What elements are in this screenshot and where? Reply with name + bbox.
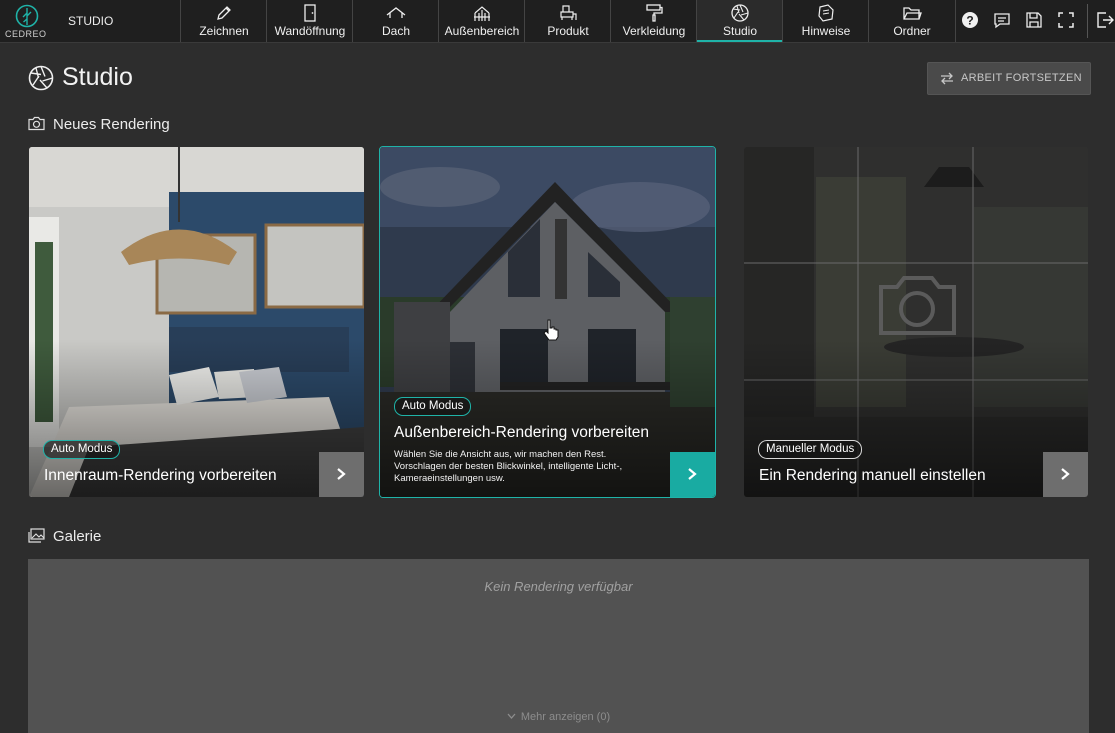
open-card-button[interactable] [1043, 452, 1088, 497]
roof-icon [386, 7, 406, 18]
chevron-down-icon [507, 713, 516, 719]
hand-cursor-icon [543, 319, 559, 341]
chevron-right-icon [688, 468, 697, 480]
folder-icon [903, 7, 922, 20]
gallery-panel: Kein Rendering verfügbar Mehr anzeigen (… [28, 559, 1089, 733]
open-card-button[interactable] [319, 452, 364, 497]
nav-label: Verkleidung [622, 24, 686, 38]
nav-label: Dach [381, 24, 410, 38]
top-toolbar: CEDREO STUDIO Zeichnen Wandöffnung Dach … [0, 0, 1115, 43]
section-title-gallery: Galerie [53, 528, 102, 545]
nav-label: Produkt [547, 24, 589, 38]
nav-wandoeffnung[interactable]: Wandöffnung [266, 0, 353, 42]
card-title: Ein Rendering manuell einstellen [759, 467, 986, 484]
nav-hinweise[interactable]: Hinweise [782, 0, 869, 42]
nav-label: Ordner [893, 24, 931, 38]
continue-work-label: ARBEIT FORTSETZEN [961, 72, 1082, 84]
show-more-label: Mehr anzeigen (0) [520, 711, 611, 723]
nav-studio[interactable]: Studio [696, 0, 783, 42]
app-name: STUDIO [68, 14, 114, 28]
gallery-icon [28, 528, 45, 543]
paint-roller-icon [646, 4, 663, 22]
aperture-icon [731, 4, 749, 22]
continue-work-button[interactable]: ARBEIT FORTSETZEN [927, 62, 1091, 95]
svg-text:?: ? [966, 14, 973, 28]
chevron-right-icon [337, 468, 346, 480]
card-manual-rendering[interactable]: Manueller Modus Ein Rendering manuell ei… [744, 147, 1088, 497]
nav-label: Außenbereich [444, 24, 520, 38]
save-icon[interactable] [1024, 10, 1044, 30]
brand-logo[interactable]: CEDREO [0, 0, 54, 42]
brand-name: CEDREO [5, 29, 47, 39]
exit-icon[interactable] [1095, 10, 1115, 30]
comment-icon[interactable] [992, 10, 1012, 30]
gallery-empty-message: Kein Rendering verfügbar [484, 579, 633, 594]
card-interior-rendering[interactable]: Auto Modus Innenraum-Rendering vorbereit… [29, 147, 364, 497]
nav-label: Wandöffnung [274, 24, 346, 38]
mode-badge: Auto Modus [43, 440, 121, 459]
card-exterior-rendering[interactable]: Auto Modus Außenbereich-Rendering vorber… [379, 146, 716, 498]
swap-icon [941, 72, 953, 85]
mode-badge: Manueller Modus [758, 440, 863, 459]
note-icon [818, 4, 834, 22]
fence-icon [474, 6, 490, 21]
nav-verkleidung[interactable]: Verkleidung [610, 0, 697, 42]
pencil-icon [217, 6, 231, 20]
nav-label: Zeichnen [199, 24, 249, 38]
nav-label: Hinweise [801, 24, 851, 38]
section-title-new-rendering: Neues Rendering [53, 116, 170, 133]
toolbar-divider [1087, 4, 1088, 38]
door-icon [304, 4, 316, 22]
chevron-right-icon [1061, 468, 1070, 480]
nav-produkt[interactable]: Produkt [524, 0, 611, 42]
show-more-button[interactable]: Mehr anzeigen (0) [28, 711, 1089, 723]
cedreo-logo-icon [15, 4, 39, 28]
open-card-button[interactable] [670, 452, 715, 497]
nav-aussenbereich[interactable]: Außenbereich [438, 0, 525, 42]
mode-badge: Auto Modus [394, 397, 472, 416]
camera-icon [28, 116, 45, 131]
help-icon[interactable]: ? [960, 10, 980, 30]
nav-zeichnen[interactable]: Zeichnen [180, 0, 267, 42]
nav-ordner[interactable]: Ordner [868, 0, 956, 42]
aperture-icon [28, 65, 54, 91]
card-title: Innenraum-Rendering vorbereiten [44, 467, 277, 484]
nav-label: Studio [722, 24, 758, 38]
nav-dach[interactable]: Dach [352, 0, 439, 42]
furniture-icon [560, 5, 577, 20]
card-title: Außenbereich-Rendering vorbereiten [394, 424, 650, 441]
page-title: Studio [62, 63, 133, 91]
card-description: Wählen Sie die Ansicht aus, wir machen d… [394, 449, 623, 484]
fullscreen-icon[interactable] [1056, 10, 1076, 30]
